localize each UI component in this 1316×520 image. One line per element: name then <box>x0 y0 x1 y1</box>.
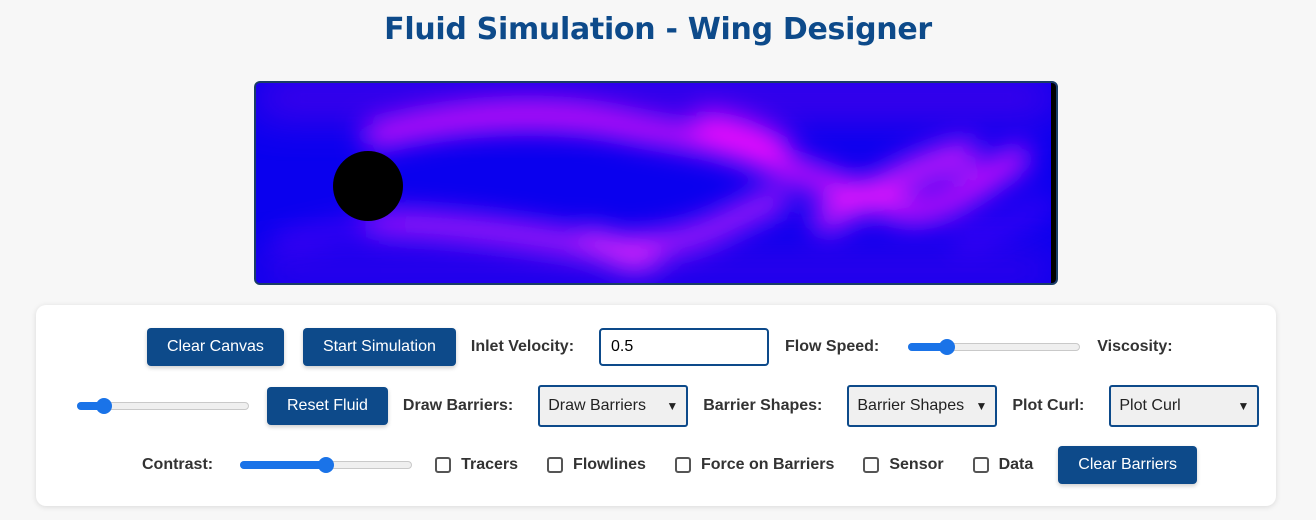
draw-barriers-label: Draw Barriers: <box>402 397 514 414</box>
barrier-shapes-select[interactable]: Barrier Shapes ▼ <box>847 385 998 427</box>
simulation-canvas[interactable] <box>254 81 1058 285</box>
chevron-down-icon: ▼ <box>666 399 679 413</box>
slider-thumb[interactable] <box>95 398 112 414</box>
flowlines-checkbox[interactable] <box>547 457 564 473</box>
force-on-barriers-checkbox[interactable] <box>674 457 691 473</box>
contrast-slider[interactable] <box>240 456 413 474</box>
flowlines-label: Flowlines <box>573 456 646 473</box>
tracers-checkbox[interactable] <box>435 457 452 473</box>
circle-barrier[interactable] <box>333 151 403 221</box>
flow-speed-label: Flow Speed: <box>785 338 880 355</box>
start-simulation-button[interactable]: Start Simulation <box>302 328 456 366</box>
sensor-label: Sensor <box>889 456 944 473</box>
chevron-down-icon: ▼ <box>975 399 988 413</box>
contrast-label: Contrast: <box>142 456 214 473</box>
data-label: Data <box>998 456 1034 473</box>
viscosity-label: Viscosity: <box>1097 338 1173 355</box>
fluid-field[interactable] <box>256 83 1056 283</box>
flow-speed-slider[interactable] <box>908 338 1081 356</box>
data-option[interactable]: Data <box>972 456 1034 474</box>
clear-barriers-button[interactable]: Clear Barriers <box>1058 446 1197 484</box>
force-on-barriers-label: Force on Barriers <box>700 456 835 473</box>
reset-fluid-button[interactable]: Reset Fluid <box>267 387 388 425</box>
viscosity-slider[interactable] <box>77 397 249 415</box>
sensor-option[interactable]: Sensor <box>863 456 944 474</box>
inlet-velocity-input[interactable] <box>599 328 770 366</box>
tracers-label: Tracers <box>461 456 519 473</box>
plot-curl-label: Plot Curl: <box>1012 397 1085 414</box>
barrier-shapes-label: Barrier Shapes: <box>703 397 823 414</box>
canvas-edge <box>1051 83 1056 283</box>
sensor-checkbox[interactable] <box>863 457 880 473</box>
clear-canvas-button[interactable]: Clear Canvas <box>147 328 284 366</box>
draw-barriers-select[interactable]: Draw Barriers ▼ <box>538 385 689 427</box>
chevron-down-icon: ▼ <box>1237 399 1250 413</box>
barrier-shapes-value: Barrier Shapes <box>857 397 965 414</box>
data-checkbox[interactable] <box>972 457 989 473</box>
inlet-velocity-label: Inlet Velocity: <box>470 338 575 355</box>
force-on-barriers-option[interactable]: Force on Barriers <box>674 456 835 474</box>
draw-barriers-value: Draw Barriers <box>548 397 646 414</box>
page-title: Fluid Simulation - Wing Designer <box>384 12 932 47</box>
plot-curl-value: Plot Curl <box>1119 397 1181 414</box>
tracers-option[interactable]: Tracers <box>435 456 518 474</box>
control-panel: Clear Canvas Start Simulation Inlet Velo… <box>36 305 1276 506</box>
slider-thumb[interactable] <box>939 339 956 355</box>
plot-curl-select[interactable]: Plot Curl ▼ <box>1109 385 1260 427</box>
slider-thumb[interactable] <box>318 457 335 473</box>
flowlines-option[interactable]: Flowlines <box>547 456 646 474</box>
